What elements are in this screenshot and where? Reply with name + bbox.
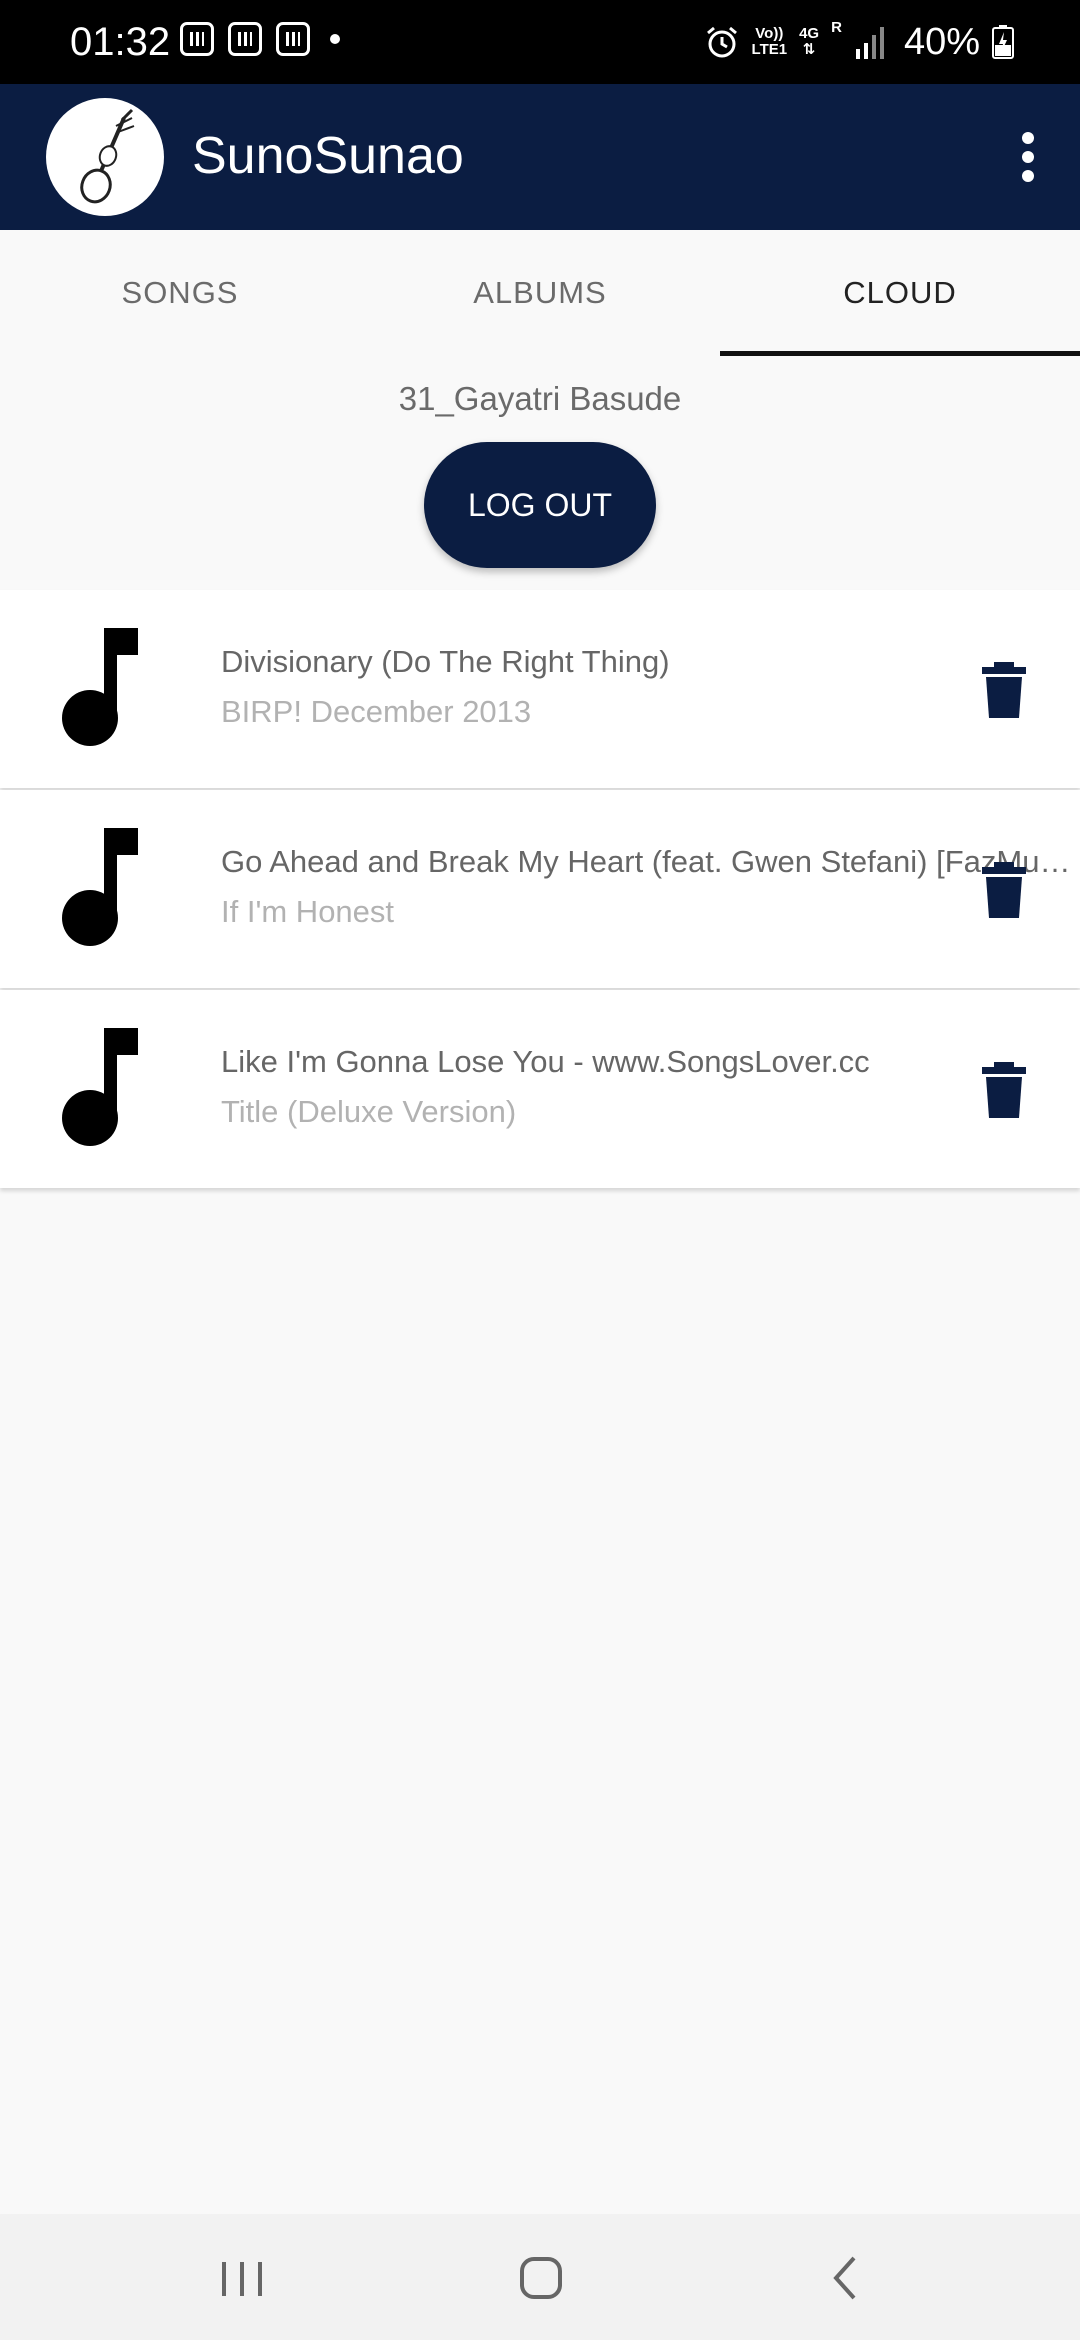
list-item[interactable]: Divisionary (Do The Right Thing) BIRP! D… [0,590,1080,788]
notification-icon [276,22,310,56]
battery-percent: 40% [903,21,980,63]
app-bar: SunoSunao [0,84,1080,230]
volte-label: Vo)) [755,25,784,42]
sitar-icon [80,108,135,204]
network-gen-label: 4G [799,25,820,42]
notification-icon [228,22,262,56]
song-album: BIRP! December 2013 [221,694,532,729]
volte-indicator: Vo)) LTE1 [752,26,788,58]
list-item[interactable]: Like I'm Gonna Lose You - www.SongsLover… [0,990,1080,1188]
overflow-menu-icon[interactable] [1006,124,1050,190]
notification-icons [180,22,340,56]
system-nav-bar [0,2214,1080,2340]
song-album: If I'm Honest [221,894,395,929]
back-icon[interactable] [816,2252,876,2304]
tab-cloud[interactable]: CLOUD [720,230,1080,356]
music-note-icon [62,1028,138,1146]
alarm-icon [706,26,737,58]
delete-icon[interactable] [982,862,1026,918]
system-icons: Vo)) LTE1 4G ⇅ R 40% [704,20,1014,64]
delete-icon[interactable] [982,662,1026,718]
user-name: 31_Gayatri Basude [398,380,682,417]
more-notifications-dot [330,34,340,44]
cloud-song-list: Divisionary (Do The Right Thing) BIRP! D… [0,590,1080,1190]
battery-charging-icon [992,25,1014,59]
song-title: Go Ahead and Break My Heart (feat. Gwen … [221,844,1080,879]
notification-icon [180,22,214,56]
tab-bar: SONGS ALBUMS CLOUD [0,230,1080,356]
list-item[interactable]: Go Ahead and Break My Heart (feat. Gwen … [0,790,1080,988]
network-gen-indicator: 4G ⇅ [799,26,819,58]
roaming-indicator: R [831,19,842,36]
lte-label: LTE1 [751,41,788,58]
music-note-icon [62,828,138,946]
tab-albums[interactable]: ALBUMS [360,230,720,356]
music-note-icon [62,628,138,746]
song-album: Title (Deluxe Version) [221,1094,517,1129]
delete-icon[interactable] [982,1062,1026,1118]
status-time: 01:32 [70,20,171,64]
signal-icon [855,27,884,59]
tab-songs[interactable]: SONGS [0,230,360,356]
app-title: SunoSunao [192,127,464,185]
song-title: Like I'm Gonna Lose You - www.SongsLover… [221,1044,870,1079]
home-icon[interactable] [512,2252,572,2304]
song-title: Divisionary (Do The Right Thing) [221,644,670,679]
app-logo [46,98,164,216]
recents-icon[interactable] [212,2252,272,2304]
status-bar: 01:32 Vo)) LTE1 4G ⇅ R 40% [0,0,1080,84]
data-arrows-icon: ⇅ [802,41,816,58]
logout-button[interactable]: LOG OUT [424,442,656,568]
